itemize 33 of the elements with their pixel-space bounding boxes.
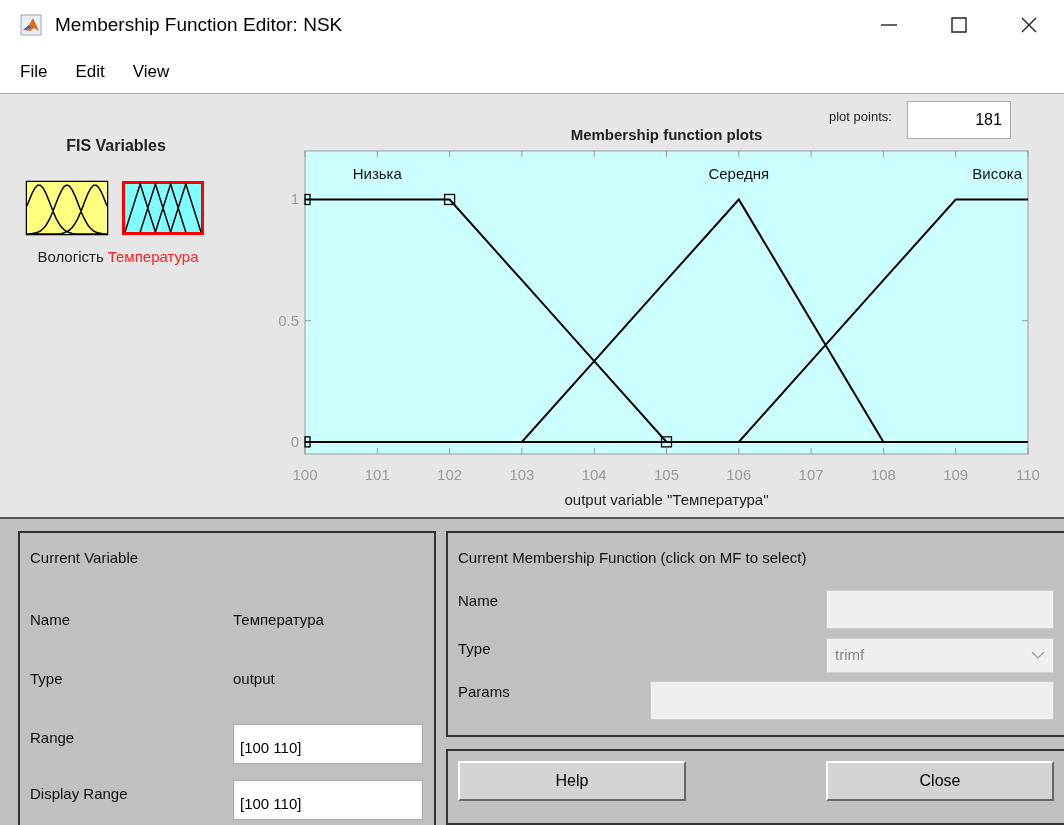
field-label: Name [30, 609, 71, 630]
field-label: Type [30, 669, 64, 689]
field-value: Температура [233, 609, 324, 630]
x-tick-label: 106 [726, 466, 752, 483]
x-tick-label: 102 [437, 466, 463, 483]
x-tick-label: 110 [1016, 466, 1040, 483]
y-tick-label: 0.5 [278, 311, 299, 329]
x-tick-label: 100 [292, 466, 318, 483]
x-tick-label: 109 [943, 466, 969, 483]
field-label: Range [30, 727, 76, 748]
x-tick-label: 104 [581, 466, 607, 483]
field-label: Display Range [30, 783, 129, 804]
curve-label: Низька [352, 165, 402, 182]
x-tick-label: 108 [870, 466, 896, 483]
curve-label: Середня [708, 165, 770, 182]
field-label: plot points: [829, 108, 892, 126]
x-axis-label: output variable "Температура" [564, 491, 769, 508]
y-tick-label: 1 [290, 190, 299, 208]
panel-title: Current Variable [30, 548, 140, 568]
field-label: Name [458, 590, 498, 611]
y-tick-label: 0 [290, 432, 299, 450]
x-tick-label: 105 [654, 466, 679, 483]
window-title: Membership Function Editor: NSK [55, 12, 343, 37]
field-value: output [233, 669, 275, 689]
field-label: Params [458, 681, 510, 702]
x-tick-label: 101 [364, 466, 390, 483]
section-title: FIS Variables [66, 136, 166, 156]
chart-title: Membership function plots [570, 126, 763, 143]
curve-label: Висока [972, 165, 1022, 182]
x-tick-label: 107 [798, 466, 824, 483]
panel-title: Current Membership Function (click on MF to select) [458, 548, 808, 568]
x-tick-label: 103 [509, 466, 535, 483]
field-label: Type [458, 638, 491, 659]
